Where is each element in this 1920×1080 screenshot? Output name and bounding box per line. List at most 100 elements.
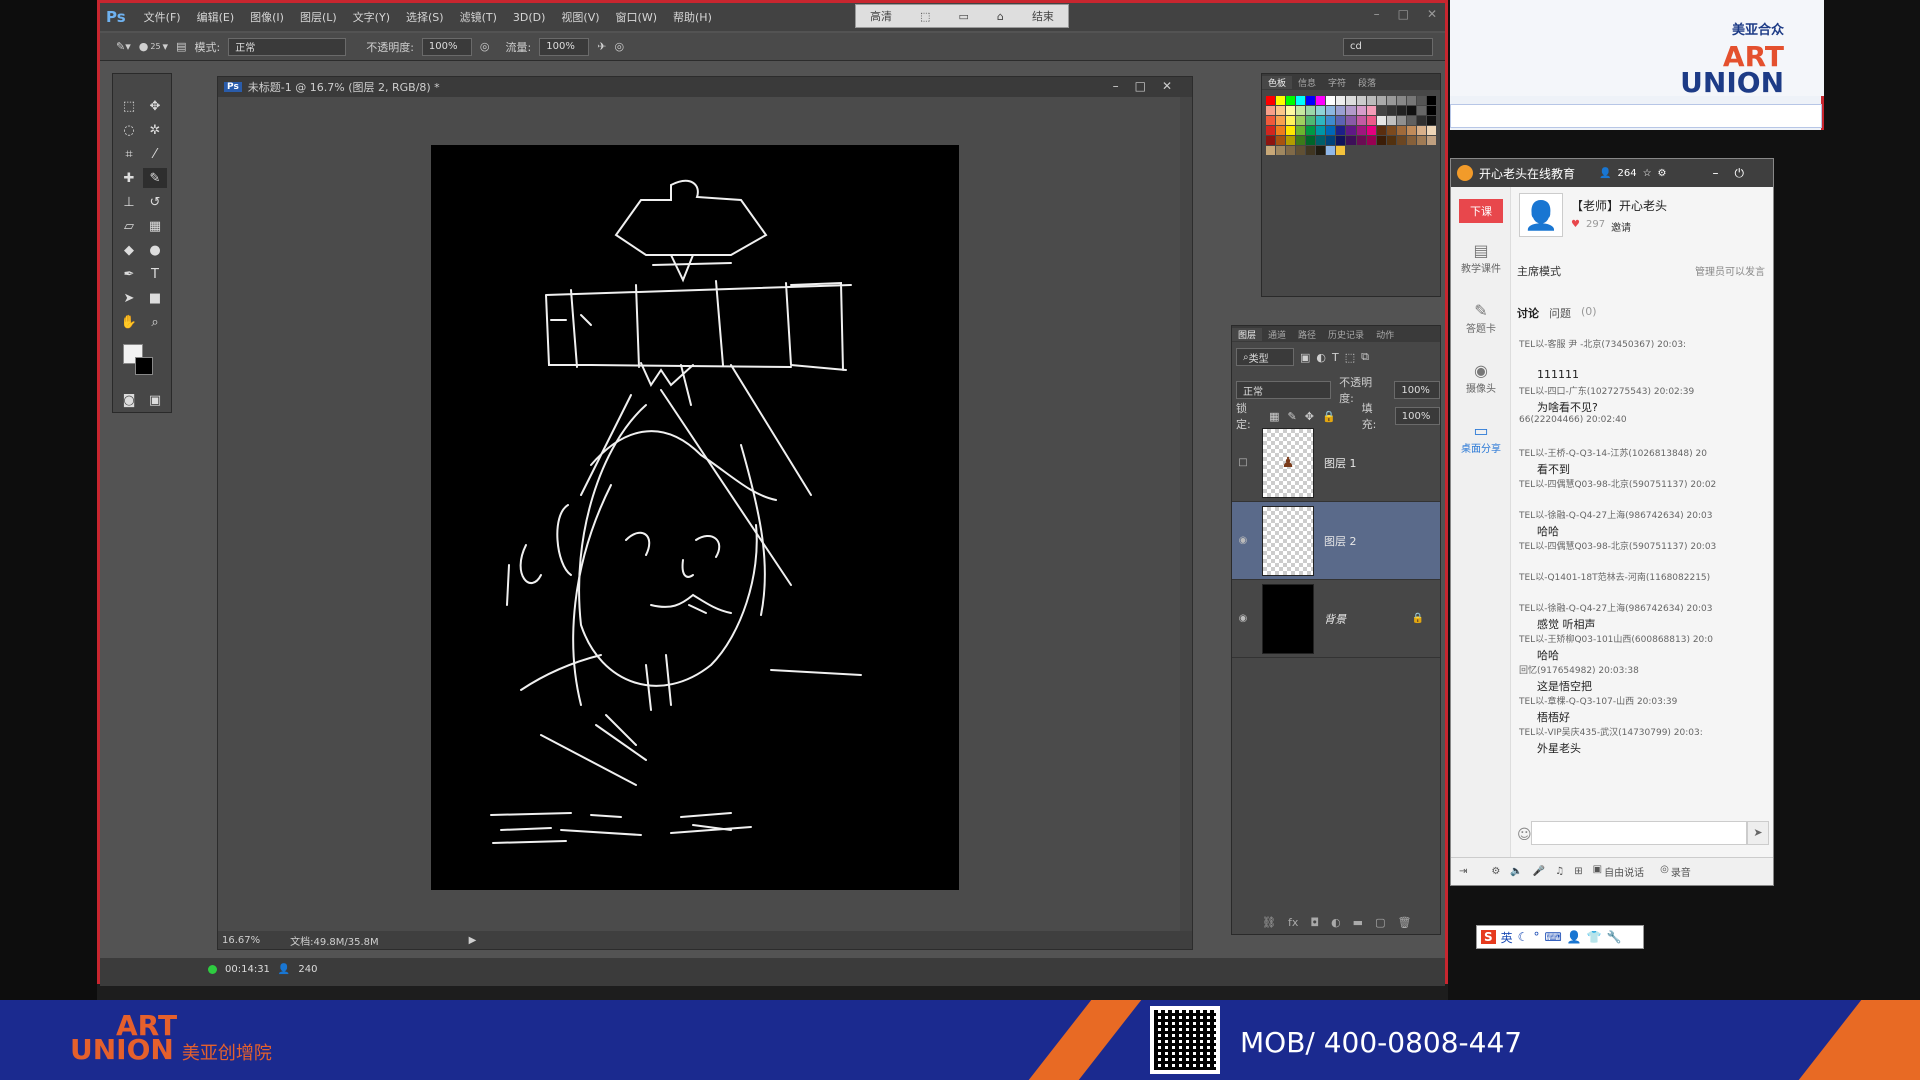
answer-card-button[interactable]: ✎ 答题卡: [1451, 301, 1511, 335]
invite-link[interactable]: 邀请: [1611, 219, 1631, 234]
brush-icon[interactable]: ✎: [143, 168, 167, 188]
color-swatch[interactable]: [1356, 146, 1366, 155]
color-swatch[interactable]: [1286, 146, 1296, 155]
star-icon[interactable]: ☆: [1643, 168, 1652, 179]
menu-window[interactable]: 窗口(W): [608, 9, 665, 25]
color-swatch[interactable]: [1266, 106, 1276, 115]
color-swatch[interactable]: [1296, 146, 1306, 155]
menu-3d[interactable]: 3D(D): [505, 11, 554, 24]
healing-icon[interactable]: ✚: [117, 168, 141, 188]
tool-icon[interactable]: 🔧: [1607, 930, 1622, 944]
tab-character[interactable]: 字符: [1322, 76, 1352, 89]
color-swatch[interactable]: [1286, 136, 1296, 145]
doc-close-button[interactable]: ✕: [1162, 79, 1172, 93]
color-swatch[interactable]: [1276, 116, 1286, 125]
color-swatch[interactable]: [1376, 106, 1386, 115]
color-swatch[interactable]: [1346, 116, 1356, 125]
tab-discuss[interactable]: 讨论: [1517, 305, 1539, 321]
crop-icon[interactable]: ⌗: [117, 144, 141, 164]
zoom-icon[interactable]: ⌕: [143, 312, 167, 332]
color-swatch[interactable]: [1306, 116, 1316, 125]
history-brush-icon[interactable]: ↺: [143, 192, 167, 212]
color-swatch[interactable]: [1416, 136, 1426, 145]
brush-tool-icon[interactable]: ✎▾: [116, 40, 131, 53]
tab-history[interactable]: 历史记录: [1322, 328, 1370, 341]
minimize-button[interactable]: –: [1374, 7, 1380, 21]
chair-mode[interactable]: 主席模式: [1517, 263, 1561, 279]
settings-icon[interactable]: ⚙: [1491, 866, 1500, 877]
color-swatch[interactable]: [1416, 106, 1426, 115]
lock-pixels-icon[interactable]: ✎: [1288, 410, 1297, 423]
close-button[interactable]: ✕: [1427, 7, 1437, 21]
color-swatch[interactable]: [1426, 146, 1436, 155]
layout-icon[interactable]: ⊞: [1574, 866, 1582, 877]
record-button[interactable]: ◎ 录音: [1660, 864, 1691, 879]
doc-maximize-button[interactable]: □: [1135, 79, 1146, 93]
send-icon[interactable]: ➤: [1747, 821, 1769, 845]
layer-row-background[interactable]: ◉ 背景 🔒: [1232, 580, 1440, 658]
eraser-icon[interactable]: ▱: [117, 216, 141, 236]
opacity-field[interactable]: 100%: [421, 37, 472, 56]
menu-file[interactable]: 文件(F): [136, 9, 189, 25]
background-color-swatch[interactable]: [135, 357, 153, 375]
color-swatch[interactable]: [1266, 146, 1276, 155]
tab-swatches[interactable]: 色板: [1262, 75, 1293, 89]
tab-actions[interactable]: 动作: [1370, 328, 1400, 341]
color-swatch[interactable]: [1426, 96, 1436, 105]
color-swatch[interactable]: [1406, 146, 1416, 155]
fx-icon[interactable]: fx: [1288, 916, 1298, 929]
dodge-icon[interactable]: ●: [143, 240, 167, 260]
layer-filter-select[interactable]: ⌕ 类型: [1236, 348, 1294, 366]
layer-row-2-selected[interactable]: ◉ 图层 2: [1232, 502, 1440, 580]
workspace-select[interactable]: cd: [1343, 37, 1433, 56]
color-swatch[interactable]: [1356, 96, 1366, 105]
color-swatch[interactable]: [1296, 116, 1306, 125]
color-swatch[interactable]: [1406, 96, 1416, 105]
eyedropper-icon[interactable]: ⁄: [143, 144, 167, 164]
color-swatch[interactable]: [1386, 116, 1396, 125]
color-swatch[interactable]: [1386, 136, 1396, 145]
menu-type[interactable]: 文字(Y): [345, 9, 398, 25]
mask-icon[interactable]: ◘: [1310, 916, 1319, 929]
color-swatch[interactable]: [1316, 116, 1326, 125]
user-icon[interactable]: 👤: [1567, 930, 1582, 944]
pressure-opacity-icon[interactable]: ◎: [480, 40, 490, 53]
color-swatch[interactable]: [1306, 106, 1316, 115]
color-swatch[interactable]: [1276, 106, 1286, 115]
color-swatch[interactable]: [1326, 126, 1336, 135]
color-swatch[interactable]: [1306, 136, 1316, 145]
path-select-icon[interactable]: ➤: [117, 288, 141, 308]
color-swatch[interactable]: [1396, 126, 1406, 135]
marquee-icon[interactable]: ⬚: [117, 96, 141, 116]
color-swatch[interactable]: [1326, 146, 1336, 155]
color-swatch[interactable]: [1336, 136, 1346, 145]
filter-smart-icon[interactable]: ⧉: [1361, 350, 1369, 364]
color-swatch[interactable]: [1326, 96, 1336, 105]
blur-icon[interactable]: ◆: [117, 240, 141, 260]
color-swatch[interactable]: [1346, 106, 1356, 115]
color-swatch[interactable]: [1386, 96, 1396, 105]
color-swatch[interactable]: [1316, 106, 1326, 115]
brush-preset[interactable]: ● 25 ▾: [139, 40, 168, 53]
tab-paths[interactable]: 路径: [1292, 328, 1322, 341]
lock-all-icon[interactable]: 🔒: [1322, 410, 1336, 423]
color-swatch[interactable]: [1426, 126, 1436, 135]
window-icon[interactable]: ▭: [958, 10, 968, 23]
hand-icon[interactable]: ✋: [117, 312, 141, 332]
color-swatch[interactable]: [1426, 106, 1436, 115]
brush-panel-icon[interactable]: ▤: [176, 40, 186, 53]
emoji-icon[interactable]: ☺: [1517, 827, 1532, 843]
moon-icon[interactable]: ☾: [1518, 930, 1529, 944]
camera-button[interactable]: ◉ 摄像头: [1451, 361, 1511, 395]
color-swatch[interactable]: [1376, 96, 1386, 105]
screen-mode-icon[interactable]: ▣: [143, 390, 167, 410]
menu-filter[interactable]: 滤镜(T): [452, 9, 505, 25]
color-swatch[interactable]: [1286, 126, 1296, 135]
color-swatch[interactable]: [1416, 126, 1426, 135]
color-swatch[interactable]: [1326, 116, 1336, 125]
keyboard-icon[interactable]: ⌨: [1544, 930, 1561, 944]
move-icon[interactable]: ✥: [143, 96, 167, 116]
blend-mode-select[interactable]: 正常: [1236, 381, 1332, 399]
color-swatch[interactable]: [1276, 146, 1286, 155]
color-swatch[interactable]: [1306, 146, 1316, 155]
